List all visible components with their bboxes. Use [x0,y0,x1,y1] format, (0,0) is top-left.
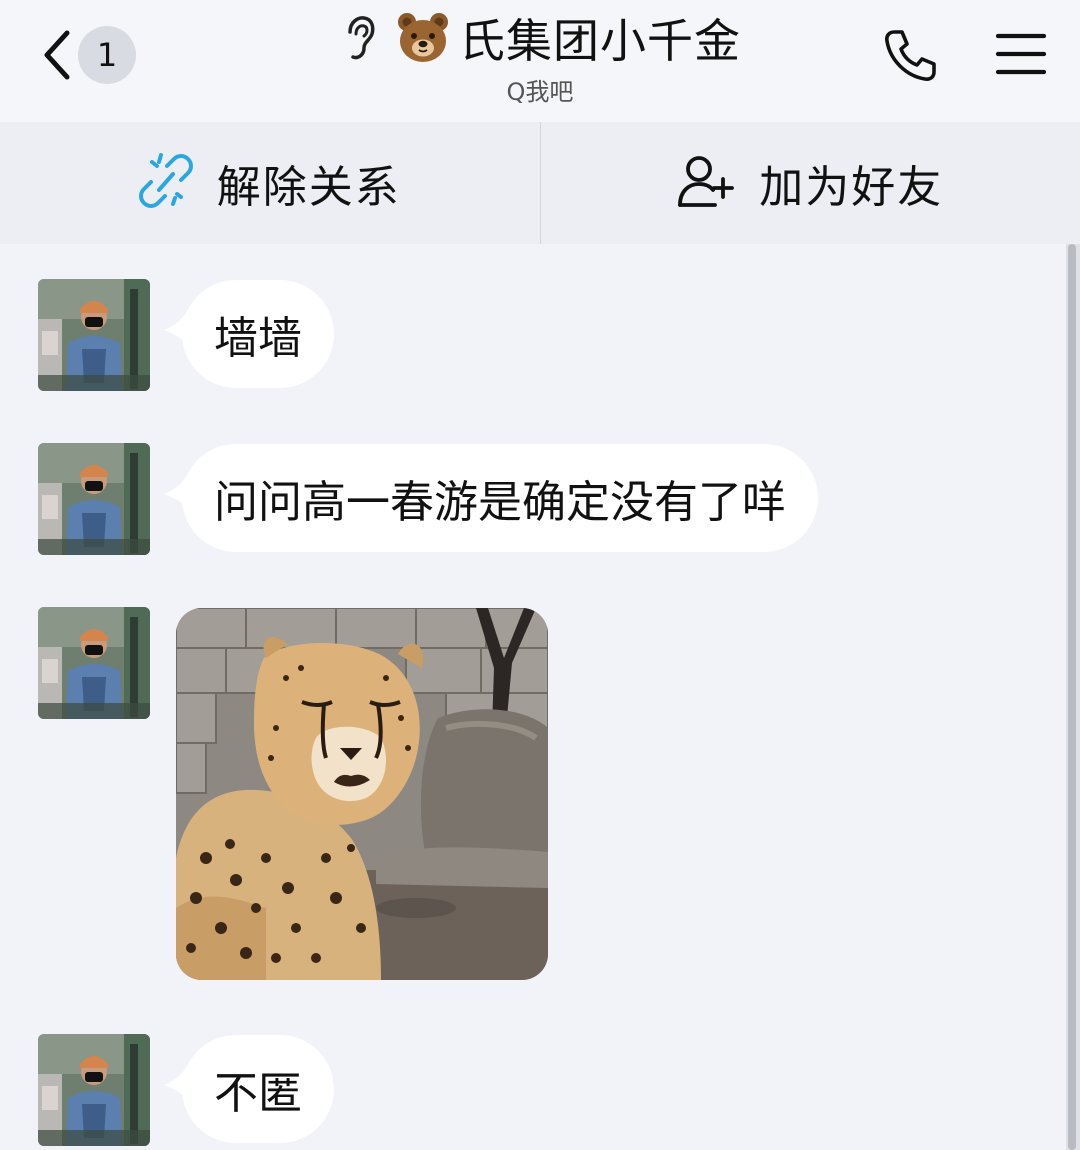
chat-header: 1 氏集团小千金 Q我吧 [0,0,1080,122]
message-text: 不匿 [214,1068,302,1119]
unlink-label: 解除关系 [216,162,401,213]
message-text: 墙墙 [214,313,302,364]
add-person-icon [677,153,735,213]
sender-avatar[interactable] [38,279,150,391]
chat-screen: 1 氏集团小千金 Q我吧 解除关系 加为好友 墙墙 问问高一春游是确定没有了咩 … [0,0,1080,1150]
chat-title: 氏集团小千金 [459,14,741,68]
phone-icon[interactable] [880,26,940,86]
scrollbar-thumb[interactable] [1068,244,1076,1150]
add-friend-label: 加为好友 [759,162,944,213]
ear-icon[interactable] [339,10,379,66]
sender-avatar[interactable] [38,607,150,719]
message-list[interactable]: 墙墙 问问高一春游是确定没有了咩 不匿 [0,244,1080,1150]
add-friend-button[interactable]: 加为好友 [541,122,1080,244]
relationship-action-bar: 解除关系 加为好友 [0,122,1080,244]
message-bubble[interactable]: 问问高一春游是确定没有了咩 [182,444,818,552]
message-text: 问问高一春游是确定没有了咩 [214,477,786,528]
unlink-button[interactable]: 解除关系 [0,122,540,244]
bear-face-emoji [395,10,451,66]
broken-link-icon [138,152,193,214]
message-bubble[interactable]: 墙墙 [182,280,334,388]
menu-icon[interactable] [994,30,1048,78]
message-bubble[interactable]: 不匿 [182,1035,334,1143]
sender-avatar[interactable] [38,1034,150,1146]
cheetah-photo-message[interactable] [176,608,548,980]
sender-avatar[interactable] [38,443,150,555]
chat-scrollbar[interactable] [1066,244,1080,1150]
